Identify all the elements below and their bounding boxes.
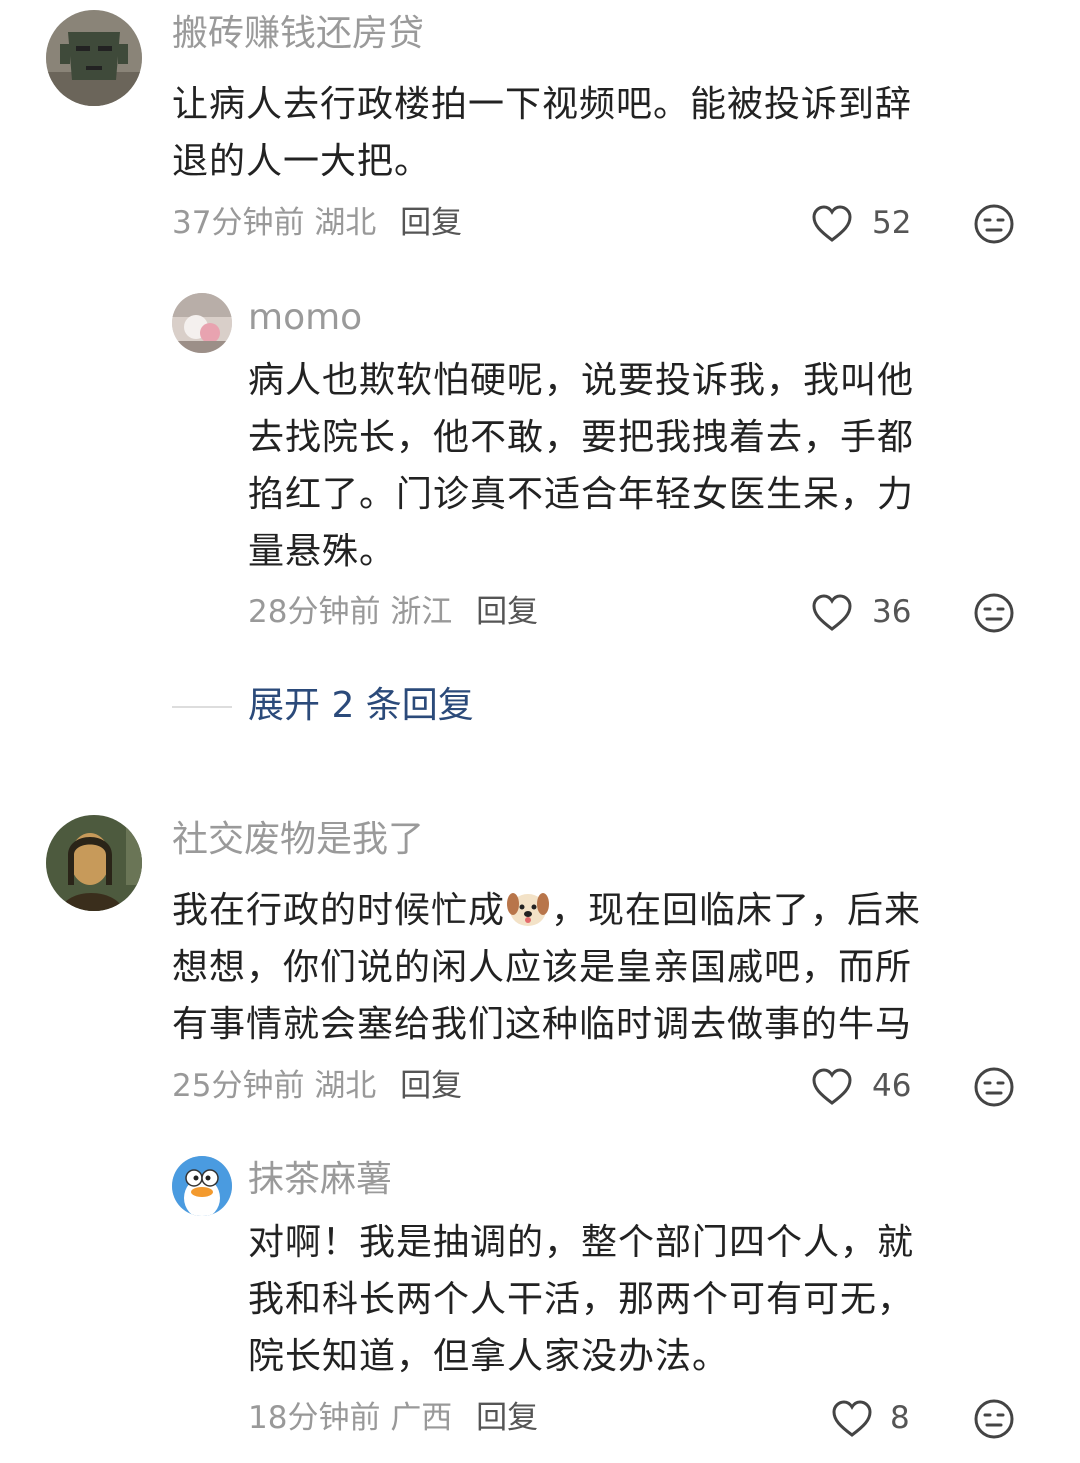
comment-text-segment: ，现在回临床了，后来 xyxy=(551,890,922,931)
username[interactable]: 社交废物是我了 xyxy=(172,818,424,862)
username[interactable]: 搬砖赚钱还房贷 xyxy=(172,12,424,56)
comment-text-line: 退的人一大把。 xyxy=(172,141,432,182)
expand-replies-link[interactable]: 展开 2 条回复 xyxy=(248,684,474,728)
comment-text-line: 我和科长两个人干活，那两个可有可无， xyxy=(248,1279,915,1320)
dislike-face-icon[interactable] xyxy=(973,592,1015,634)
avatar[interactable] xyxy=(46,815,142,911)
comment-text-line: 量悬殊。 xyxy=(248,531,397,572)
comment-text-line: 掐红了。门诊真不适合年轻女医生呆，力 xyxy=(248,474,915,515)
comment-meta: 25分钟前 湖北 回复 xyxy=(172,1066,462,1106)
comment-text: 让病人去行政楼拍一下视频吧。能被投诉到辞 退的人一大把。 xyxy=(172,76,1052,190)
dislike-face-icon[interactable] xyxy=(973,203,1015,245)
location: 广西 xyxy=(390,1400,453,1436)
like-heart-icon[interactable] xyxy=(810,591,854,635)
comment-meta: 37分钟前 湖北 回复 xyxy=(172,203,462,243)
like-count: 36 xyxy=(872,594,912,630)
comment-text-line: 想想，你们说的闲人应该是皇亲国戚吧，而所 xyxy=(172,947,913,988)
location: 浙江 xyxy=(390,594,453,630)
avatar[interactable] xyxy=(172,293,232,353)
dog-emoji-icon xyxy=(507,893,550,926)
timestamp: 25分钟前 xyxy=(172,1068,305,1104)
avatar[interactable] xyxy=(172,1156,232,1216)
comment-text: 对啊！我是抽调的，整个部门四个人，就 我和科长两个人干活，那两个可有可无， 院长… xyxy=(248,1214,1048,1385)
comment-text-line: 对啊！我是抽调的，整个部门四个人，就 xyxy=(248,1222,915,1263)
timestamp: 28分钟前 xyxy=(248,594,381,630)
avatar[interactable] xyxy=(46,10,142,106)
comment-meta: 28分钟前 浙江 回复 xyxy=(248,592,538,632)
location: 湖北 xyxy=(314,1068,377,1104)
comment-text-line: 院长知道，但拿人家没办法。 xyxy=(248,1336,730,1377)
comment-meta: 18分钟前 广西 回复 xyxy=(248,1398,538,1438)
like-count: 46 xyxy=(872,1068,912,1104)
comment-text: 我在行政的时候忙成 ，现在回临床了，后来 想想，你们说的闲人应该是皇亲国戚吧，而… xyxy=(172,882,1052,1053)
comment-text-line: 有事情就会塞给我们这种临时调去做事的牛马 xyxy=(172,1004,913,1045)
like-heart-icon[interactable] xyxy=(810,202,854,246)
comment-text-segment: 我在行政的时候忙成 xyxy=(172,890,506,931)
reply-button[interactable]: 回复 xyxy=(400,1068,462,1104)
like-count: 52 xyxy=(872,205,912,241)
divider xyxy=(172,706,232,708)
dislike-face-icon[interactable] xyxy=(973,1398,1015,1440)
timestamp: 18分钟前 xyxy=(248,1400,381,1436)
reply-button[interactable]: 回复 xyxy=(476,594,538,630)
like-count: 8 xyxy=(890,1400,910,1436)
username[interactable]: 抹茶麻薯 xyxy=(248,1158,392,1202)
comment-text-line: 我在行政的时候忙成 ，现在回临床了，后来 xyxy=(172,882,1052,939)
reply-button[interactable]: 回复 xyxy=(476,1400,538,1436)
username[interactable]: momo xyxy=(248,296,362,340)
comment-text-line: 让病人去行政楼拍一下视频吧。能被投诉到辞 xyxy=(172,84,913,125)
comment-text-line: 病人也欺软怕硬呢，说要投诉我，我叫他 xyxy=(248,360,915,401)
reply-button[interactable]: 回复 xyxy=(400,205,462,241)
like-heart-icon[interactable] xyxy=(830,1397,874,1441)
location: 湖北 xyxy=(314,205,377,241)
dislike-face-icon[interactable] xyxy=(973,1066,1015,1108)
like-heart-icon[interactable] xyxy=(810,1065,854,1109)
comment-text: 病人也欺软怕硬呢，说要投诉我，我叫他 去找院长，他不敢，要把我拽着去，手都 掐红… xyxy=(248,352,1048,580)
timestamp: 37分钟前 xyxy=(172,205,305,241)
comment-text-line: 去找院长，他不敢，要把我拽着去，手都 xyxy=(248,417,915,458)
